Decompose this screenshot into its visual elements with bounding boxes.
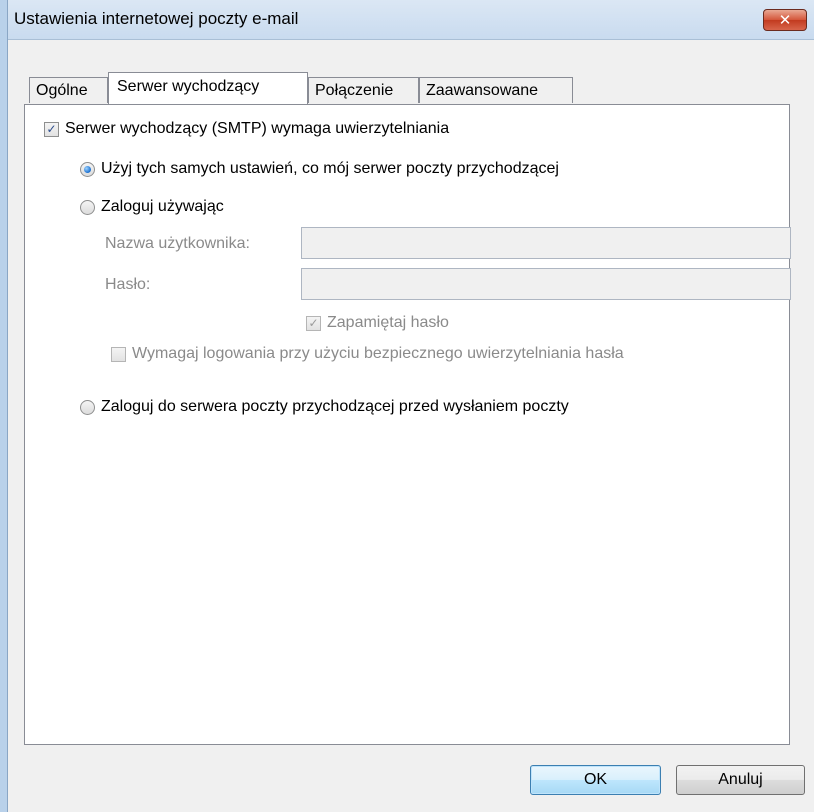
window-frame-left	[0, 0, 8, 812]
login-using-radio[interactable]	[80, 199, 95, 215]
use-same-settings-label: Użyj tych samych ustawień, co mój serwer…	[101, 160, 559, 177]
remember-password-checkbox[interactable]: ✓	[306, 315, 321, 331]
pop-before-smtp-label: Zaloguj do serwera poczty przychodzącej …	[101, 398, 569, 415]
username-label: Nazwa użytkownika:	[105, 235, 250, 252]
close-icon: ✕	[778, 11, 792, 29]
password-label: Hasło:	[105, 276, 151, 293]
password-input[interactable]	[301, 268, 791, 300]
smtp-auth-checkbox-row[interactable]: ✓ Serwer wychodzący (SMTP) wymaga uwierz…	[44, 120, 449, 138]
use-same-settings-row[interactable]: Użyj tych samych ustawień, co mój serwer…	[80, 160, 559, 178]
window-title: Ustawienia internetowej poczty e-mail	[14, 9, 299, 28]
title-bar: Ustawienia internetowej poczty e-mail ✕	[8, 0, 814, 40]
username-input[interactable]	[301, 227, 791, 259]
tab-connection[interactable]: Połączenie	[308, 77, 419, 103]
password-label-row: Hasło:	[105, 276, 150, 294]
spa-checkbox[interactable]	[111, 346, 126, 362]
smtp-auth-label: Serwer wychodzący (SMTP) wymaga uwierzyt…	[65, 120, 450, 137]
spa-label: Wymagaj logowania przy użyciu bezpieczne…	[132, 345, 624, 362]
use-same-settings-radio[interactable]	[80, 161, 95, 177]
tab-outgoing-server[interactable]: Serwer wychodzący	[108, 72, 308, 104]
checkmark-icon: ✓	[46, 122, 57, 136]
smtp-auth-checkbox[interactable]: ✓	[44, 121, 59, 137]
tab-advanced[interactable]: Zaawansowane	[419, 77, 573, 103]
spa-checkbox-row[interactable]: Wymagaj logowania przy użyciu bezpieczne…	[111, 345, 624, 363]
login-using-label: Zaloguj używając	[101, 198, 224, 215]
cancel-button[interactable]: Anuluj	[676, 765, 805, 795]
login-using-row[interactable]: Zaloguj używając	[80, 198, 224, 216]
checkmark-icon: ✓	[308, 316, 319, 330]
close-button[interactable]: ✕	[763, 9, 807, 31]
remember-password-row[interactable]: ✓ Zapamiętaj hasło	[306, 314, 449, 332]
pop-before-smtp-row[interactable]: Zaloguj do serwera poczty przychodzącej …	[80, 398, 569, 416]
pop-before-smtp-radio[interactable]	[80, 399, 95, 415]
tab-general[interactable]: Ogólne	[29, 77, 108, 103]
remember-password-label: Zapamiętaj hasło	[327, 314, 449, 331]
username-label-row: Nazwa użytkownika:	[105, 235, 250, 253]
ok-button[interactable]: OK	[530, 765, 661, 795]
